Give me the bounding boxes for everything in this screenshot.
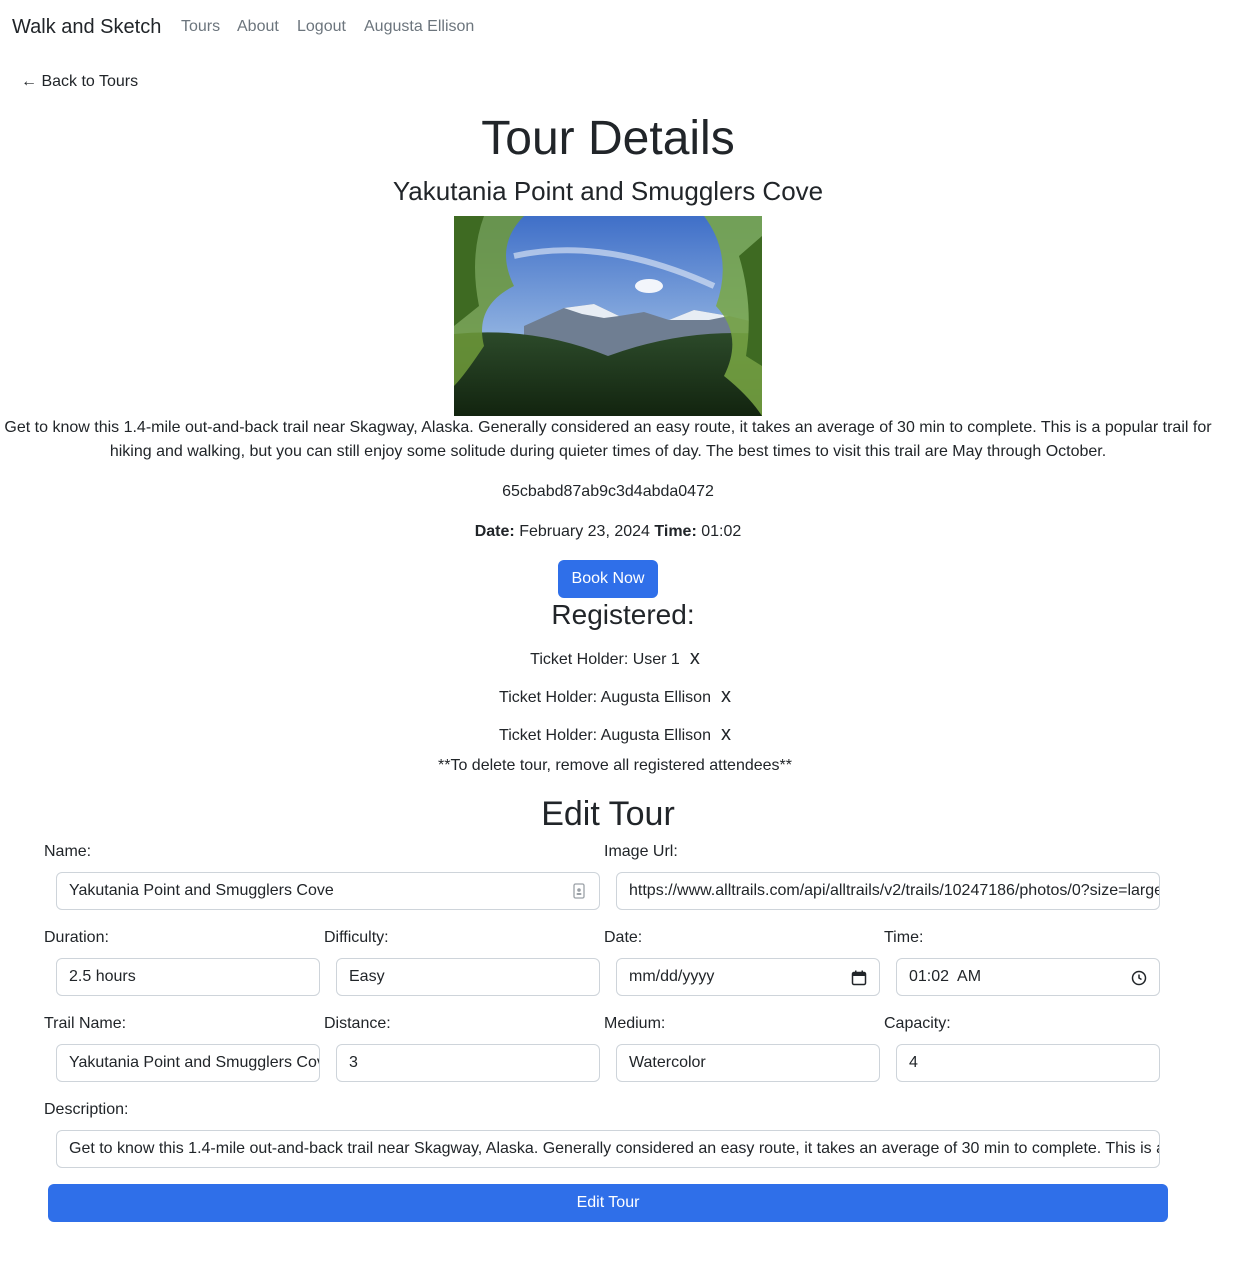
ticket-holder-text: Ticket Holder: User 1	[530, 651, 680, 668]
ticket-row: Ticket Holder: User 1 x	[0, 646, 1230, 672]
date-input-label: Date:	[604, 929, 643, 946]
nav-user-link[interactable]: Augusta Ellison	[364, 18, 474, 36]
duration-input[interactable]: 2.5 hours	[56, 958, 320, 996]
clock-icon[interactable]	[1131, 969, 1147, 987]
image-url-label: Image Url:	[604, 843, 678, 860]
ticket-row: Ticket Holder: Augusta Ellison x	[0, 684, 1230, 710]
trail-name-label: Trail Name:	[44, 1015, 127, 1032]
edit-tour-submit-button[interactable]: Edit Tour	[48, 1184, 1168, 1222]
remove-ticket-button[interactable]: x	[721, 685, 731, 707]
date-value: February 23, 2024	[519, 523, 650, 540]
distance-input[interactable]: 3	[336, 1044, 600, 1082]
back-to-tours-link[interactable]: ← Back to Tours	[21, 73, 138, 91]
duration-label: Duration:	[44, 929, 109, 946]
time-input-label: Time:	[884, 929, 924, 946]
capacity-input[interactable]: 4	[896, 1044, 1160, 1082]
date-input[interactable]: mm/dd/yyyy	[616, 958, 880, 996]
capacity-label: Capacity:	[884, 1015, 951, 1032]
remove-ticket-button[interactable]: x	[690, 647, 700, 669]
date-label: Date:	[474, 523, 515, 540]
time-input[interactable]: 01:02 AM	[896, 958, 1160, 996]
remove-ticket-button[interactable]: x	[721, 723, 731, 745]
description-label: Description:	[44, 1101, 129, 1118]
difficulty-input[interactable]: Easy	[336, 958, 600, 996]
tour-id: 65cbabd87ab9c3d4abda0472	[502, 483, 714, 500]
page-title: Tour Details	[481, 112, 735, 165]
tour-date-time: Date: February 23, 2024 Time: 01:02	[0, 521, 1216, 543]
time-value: 01:02	[701, 523, 742, 540]
ticket-row: Ticket Holder: Augusta Ellison x	[0, 722, 1230, 748]
date-input-placeholder: mm/dd/yyyy	[629, 968, 715, 985]
difficulty-label: Difficulty:	[324, 929, 389, 946]
navbar: Walk and Sketch Tours About Logout Augus…	[0, 0, 1246, 56]
nav-tours-link[interactable]: Tours	[181, 18, 220, 36]
time-input-value: 01:02 AM	[909, 968, 982, 985]
contact-card-icon	[573, 883, 585, 899]
nav-about-link[interactable]: About	[237, 18, 279, 36]
book-now-button[interactable]: Book Now	[558, 560, 658, 598]
distance-label: Distance:	[324, 1015, 391, 1032]
ticket-holder-text: Ticket Holder: Augusta Ellison	[499, 727, 711, 744]
name-input-value: Yakutania Point and Smugglers Cove	[69, 882, 334, 899]
tour-name: Yakutania Point and Smugglers Cove	[392, 176, 824, 206]
trail-name-input[interactable]: Yakutania Point and Smugglers Cove	[56, 1044, 320, 1082]
nav-logout-link[interactable]: Logout	[297, 18, 346, 36]
edit-tour-heading: Edit Tour	[541, 795, 675, 833]
name-input[interactable]: Yakutania Point and Smugglers Cove	[56, 872, 600, 910]
name-label: Name:	[44, 843, 92, 860]
brand-link[interactable]: Walk and Sketch	[12, 16, 161, 39]
description-input[interactable]: Get to know this 1.4-mile out-and-back t…	[56, 1130, 1160, 1168]
registered-heading: Registered:	[551, 599, 695, 630]
medium-label: Medium:	[604, 1015, 666, 1032]
delete-note: **To delete tour, remove all registered …	[438, 757, 792, 774]
time-label: Time:	[654, 523, 697, 540]
calendar-icon[interactable]	[851, 969, 867, 987]
tour-description: Get to know this 1.4-mile out-and-back t…	[4, 419, 1212, 460]
image-url-input[interactable]: https://www.alltrails.com/api/alltrails/…	[616, 872, 1160, 910]
tour-image	[454, 216, 762, 416]
ticket-holder-text: Ticket Holder: Augusta Ellison	[499, 689, 711, 706]
medium-input[interactable]: Watercolor	[616, 1044, 880, 1082]
